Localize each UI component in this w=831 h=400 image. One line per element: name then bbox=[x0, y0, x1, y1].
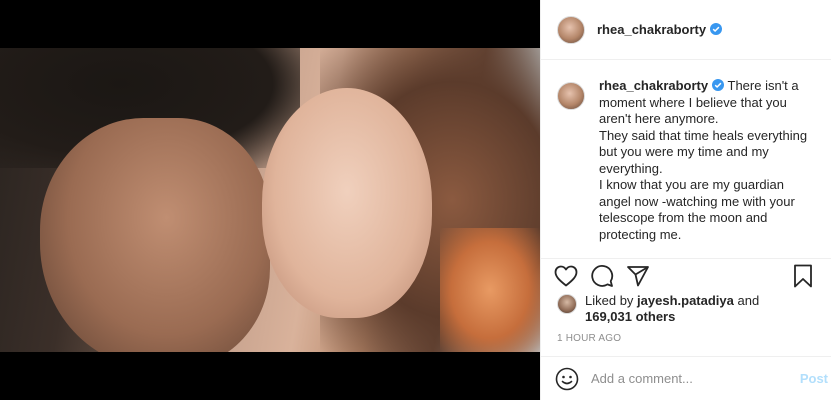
caption-username[interactable]: rhea_chakraborty bbox=[599, 78, 708, 93]
author-username-text[interactable]: rhea_chakraborty bbox=[597, 22, 706, 37]
caption-avatar[interactable] bbox=[557, 82, 585, 110]
comment-form: Post bbox=[541, 357, 831, 400]
smiley-icon[interactable] bbox=[555, 367, 579, 391]
caption-text: rhea_chakraborty There isn't a moment wh… bbox=[599, 78, 816, 258]
like-button[interactable] bbox=[553, 263, 579, 289]
media-pane bbox=[0, 0, 540, 400]
likes-and: and bbox=[733, 293, 760, 308]
comment-bubble-icon bbox=[591, 265, 614, 287]
save-button[interactable] bbox=[790, 263, 816, 289]
photo-region-face-right bbox=[262, 88, 432, 318]
action-bar bbox=[553, 262, 828, 290]
caption-section: rhea_chakraborty There isn't a moment wh… bbox=[541, 60, 831, 258]
likes-prefix: Liked by bbox=[585, 293, 638, 308]
post-photo[interactable] bbox=[0, 48, 540, 352]
post-header: rhea_chakraborty bbox=[541, 0, 831, 60]
author-username[interactable]: rhea_chakraborty bbox=[597, 22, 723, 37]
liker-avatar[interactable] bbox=[557, 294, 577, 314]
bookmark-icon bbox=[794, 264, 812, 288]
verified-badge-icon bbox=[710, 23, 723, 35]
photo-region-light bbox=[440, 228, 540, 352]
photo-region-face-left bbox=[40, 118, 270, 352]
verified-badge-icon bbox=[712, 79, 725, 91]
post-details-pane: rhea_chakraborty rhea_chakraborty There … bbox=[540, 0, 831, 400]
caption-body: There isn't a moment where I believe tha… bbox=[599, 78, 808, 242]
paper-plane-icon bbox=[627, 266, 649, 287]
post-comment-button[interactable]: Post bbox=[800, 371, 828, 386]
comment-input[interactable] bbox=[591, 371, 781, 386]
likes-summary: Liked by jayesh.patadiya and 169,031 othe… bbox=[557, 293, 817, 325]
likes-text: Liked by jayesh.patadiya and 169,031 othe… bbox=[585, 293, 759, 325]
likes-count[interactable]: 169,031 others bbox=[585, 309, 675, 324]
post-timestamp[interactable]: 1 HOUR AGO bbox=[557, 333, 621, 344]
heart-icon bbox=[554, 265, 578, 287]
liker-username[interactable]: jayesh.patadiya bbox=[637, 293, 734, 308]
comment-button[interactable] bbox=[589, 263, 615, 289]
divider bbox=[541, 258, 831, 259]
author-avatar[interactable] bbox=[557, 15, 585, 44]
share-button[interactable] bbox=[625, 263, 651, 289]
